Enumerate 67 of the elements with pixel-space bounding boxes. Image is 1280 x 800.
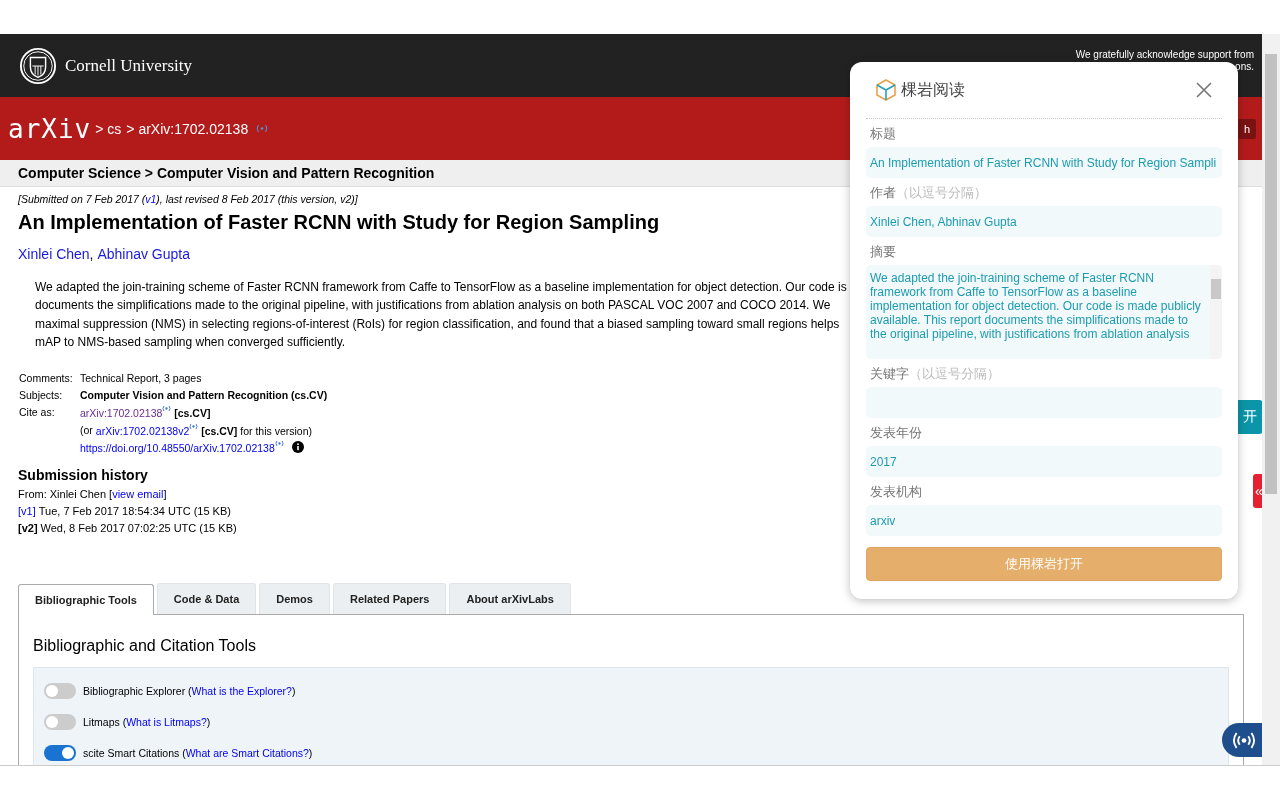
version-link[interactable]: [v1] [18,504,36,517]
citation-text: (or arXiv:1702.02138v2 [cs.CV] for this version) [80,422,313,438]
toggle-switch[interactable] [44,745,76,762]
scrollbar[interactable] [1262,34,1280,765]
paper-title: An Implementation of Faster RCNN with Study for Region Sampling [18,211,660,234]
info-icon[interactable] [291,441,304,454]
toggle-label: scite Smart Citations (What are Smart Citations?) [83,747,313,760]
author-link[interactable]: Abhinav Gupta [97,246,190,262]
toggle-label: Litmaps (What is Litmaps?) [83,716,211,729]
help-link[interactable]: What is the Explorer? [191,685,292,698]
version-date: Wed, 8 Feb 2017 07:02:25 UTC (15 KB) [40,521,237,534]
abstract-text: We adapted the join-training scheme of Faster RCNN framework from Caffe to TensorFlow as a baseline implementation for object detection. Our code is [35,279,847,296]
university-seal-icon [19,46,57,85]
broadcast-icon[interactable] [274,440,284,448]
breadcrumb-link[interactable]: > arXiv:1702.02138 [126,120,249,137]
version-date: Tue, 7 Feb 2017 18:54:34 UTC (15 KB) [38,504,231,517]
version-label: [v2] [18,521,38,534]
email-link[interactable]: view email [112,487,164,500]
breadcrumb-link[interactable]: > cs [95,120,122,137]
tab[interactable]: Related Papers [332,582,447,614]
broadcast-icon[interactable] [256,124,269,133]
tab[interactable]: About arXivLabs [449,582,571,614]
field-label: 作者 [870,185,896,200]
author-link[interactable]: Xinlei Chen [18,246,90,262]
field-label: 关键字 [870,366,909,381]
broadcast-icon[interactable] [162,405,172,413]
broadcast-icon [1231,731,1257,749]
citation-text: arXiv:1702.02138 [cs.CV] [80,405,211,420]
tab[interactable]: Demos [259,582,330,614]
broadcast-icon[interactable] [189,422,199,430]
close-icon[interactable] [1196,82,1212,98]
help-link[interactable]: What is Litmaps? [126,716,207,729]
tab[interactable]: Code & Data [156,582,257,614]
broadcast-button[interactable] [1222,723,1262,757]
university-name[interactable]: Cornell University [65,55,192,76]
tab[interactable]: Bibliographic Tools [18,583,154,615]
abstract-text: documents the simplifications made to the original pipeline, with justifications from ablation analysis on both PASCAL VOC 2007 and COCO 2014. We [35,297,831,315]
meta-label: Comments: [19,371,73,386]
field-label: 发表年份 [870,425,922,440]
field-label: 摘要 [870,244,896,259]
separator-text: , [89,246,95,262]
support-text: ons. [1235,61,1254,73]
section-heading: Bibliographic and Citation Tools [33,636,257,655]
field-label: 发表机构 [870,484,922,499]
support-text: We gratefully acknowledge support from [1075,49,1254,61]
cube-logo-icon [874,78,898,102]
meta-label: Cite as: [19,405,55,421]
abstract-text: maximal suppression (NMS) in selecting regions-of-interest (RoIs) for region classification, and found that a biased sampling toward small regions helps [35,315,840,333]
section-heading: Submission history [18,466,148,483]
toggle-label: Bibliographic Explorer (What is the Explorer?) [83,685,296,698]
meta-value: Technical Report, 3 pages [80,371,202,386]
submitter-text: From: Xinlei Chen [view email] [18,486,167,502]
popup-title: 棵岩阅读 [901,79,965,100]
field-hint: （以逗号分隔） [896,185,987,200]
toggle-switch[interactable] [44,714,76,731]
submission-dates: [Submitted on 7 Feb 2017 (v1), last revised 8 Feb 2017 (this version, v2)] [18,193,358,205]
citation-link[interactable]: arXiv:1702.02138 [80,406,163,419]
meta-value: Computer Vision and Pattern Recognition (cs.CV) [80,388,328,403]
meta-label: Subjects: [19,388,63,403]
field-label: 标题 [870,126,896,141]
citation-link[interactable]: arXiv:1702.02138v2 [95,424,190,437]
field-hint: （以逗号分隔） [909,366,1000,381]
category-path: Computer Science > Computer Vision and Pattern Recognition [18,165,435,181]
arxiv-logo[interactable]: arXiv [8,113,92,144]
abstract-text: mAP to NMS-based sampling when converged sufficiently. [35,333,346,351]
citation-link[interactable]: https://doi.org/10.48550/arXiv.1702.02138 [80,441,275,454]
toggle-switch[interactable] [44,683,76,700]
